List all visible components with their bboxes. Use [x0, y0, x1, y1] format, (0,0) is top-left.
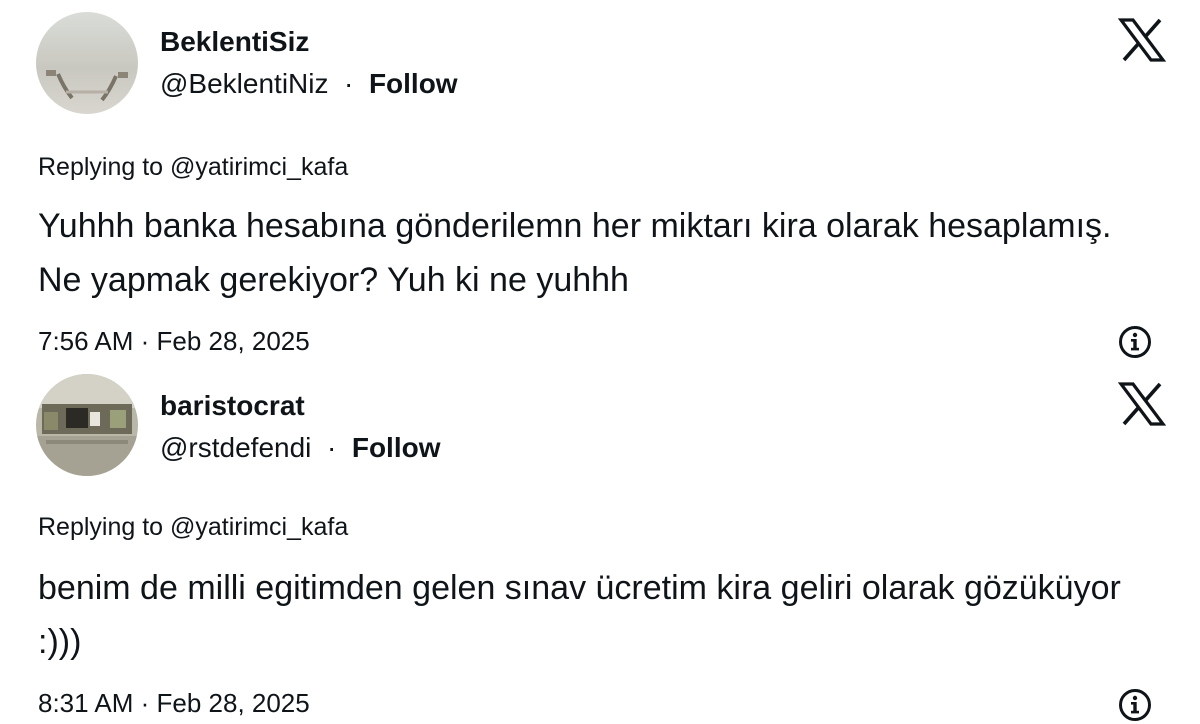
separator-dot: ·: [336, 68, 362, 99]
display-name[interactable]: baristocrat: [160, 390, 305, 422]
avatar[interactable]: [36, 374, 138, 476]
timestamp[interactable]: 7:56 AM · Feb 28, 2025: [38, 326, 310, 356]
info-icon[interactable]: [1118, 325, 1152, 359]
timestamp[interactable]: 8:31 AM · Feb 28, 2025: [38, 688, 310, 718]
follow-button[interactable]: Follow: [352, 432, 441, 463]
handle-row: @rstdefendi · Follow: [160, 432, 441, 464]
replying-to[interactable]: Replying to @yatirimci_kafa: [38, 152, 348, 182]
avatar-photo: [36, 374, 138, 476]
avatar-photo: [36, 12, 138, 114]
replying-to[interactable]: Replying to @yatirimci_kafa: [38, 512, 348, 542]
x-logo-icon[interactable]: [1118, 382, 1166, 426]
x-logo-icon[interactable]: [1118, 18, 1166, 62]
avatar[interactable]: [36, 12, 138, 114]
user-handle[interactable]: @BeklentiNiz: [160, 68, 328, 99]
separator-dot: ·: [319, 432, 345, 463]
tweet-card: baristocrat @rstdefendi · Follow Replyin…: [0, 362, 1200, 724]
info-icon[interactable]: [1118, 688, 1152, 722]
tweet-card: BeklentiSiz @BeklentiNiz · Follow Replyi…: [0, 0, 1200, 362]
tweet-text: benim de milli egitimden gelen sınav ücr…: [38, 569, 1121, 661]
tweet-text: Yuhhh banka hesabına gönderilemn her mik…: [38, 207, 1112, 299]
follow-button[interactable]: Follow: [369, 68, 458, 99]
user-handle[interactable]: @rstdefendi: [160, 432, 311, 463]
handle-row: @BeklentiNiz · Follow: [160, 68, 458, 100]
display-name[interactable]: BeklentiSiz: [160, 26, 309, 58]
